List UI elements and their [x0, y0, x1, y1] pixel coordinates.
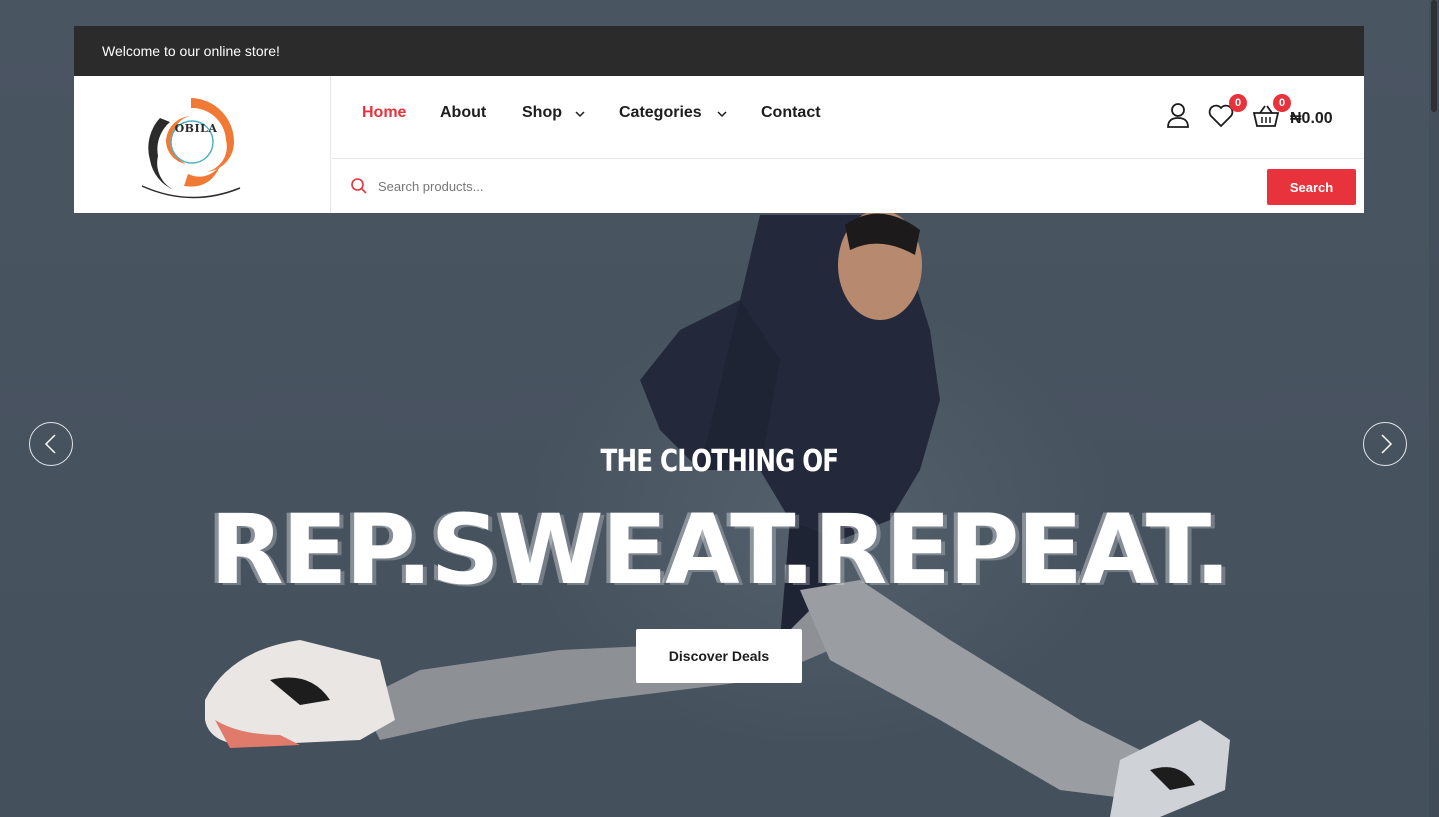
brand-logo[interactable]	[136, 90, 246, 200]
search-input[interactable]	[376, 167, 1260, 205]
slider-prev-button[interactable]	[29, 422, 73, 466]
nav-shop[interactable]: Shop	[522, 104, 562, 122]
discover-deals-button[interactable]: Discover Deals	[636, 629, 802, 683]
welcome-text: Welcome to our online store!	[102, 43, 280, 59]
slider-next-button[interactable]	[1363, 422, 1407, 466]
nav-categories[interactable]: Categories	[619, 104, 702, 122]
main-nav: Home About Shop Categories Contact 0 0 ₦…	[332, 76, 1364, 159]
user-icon[interactable]	[1166, 102, 1190, 128]
chevron-right-icon	[1381, 434, 1393, 454]
chevron-left-icon	[44, 434, 56, 454]
nav-home[interactable]: Home	[362, 104, 406, 122]
search-button[interactable]: Search	[1267, 169, 1356, 205]
categories-chevron-down-icon[interactable]	[717, 110, 727, 118]
search-bar: Search	[332, 159, 1364, 213]
cart-total[interactable]: ₦0.00	[1290, 110, 1333, 128]
logo-area[interactable]: OBILA	[74, 76, 331, 213]
search-icon	[351, 178, 367, 194]
shop-chevron-down-icon[interactable]	[575, 110, 585, 118]
brand-name: OBILA	[174, 122, 218, 135]
nav-about[interactable]: About	[440, 104, 486, 122]
site-header: OBILA Home About Shop Categories Contact…	[74, 76, 1364, 213]
scrollbar-thumb[interactable]	[1431, 0, 1437, 112]
page-scrollbar[interactable]	[1429, 0, 1439, 817]
wishlist-count-badge: 0	[1229, 94, 1247, 112]
top-announcement-bar: Welcome to our online store!	[74, 26, 1364, 76]
cart-count-badge: 0	[1273, 94, 1291, 112]
hero-subtitle: THE CLOTHING OF	[600, 444, 840, 479]
hero-title: REP.SWEAT.REPEAT.	[209, 494, 1231, 606]
nav-contact[interactable]: Contact	[761, 104, 821, 122]
